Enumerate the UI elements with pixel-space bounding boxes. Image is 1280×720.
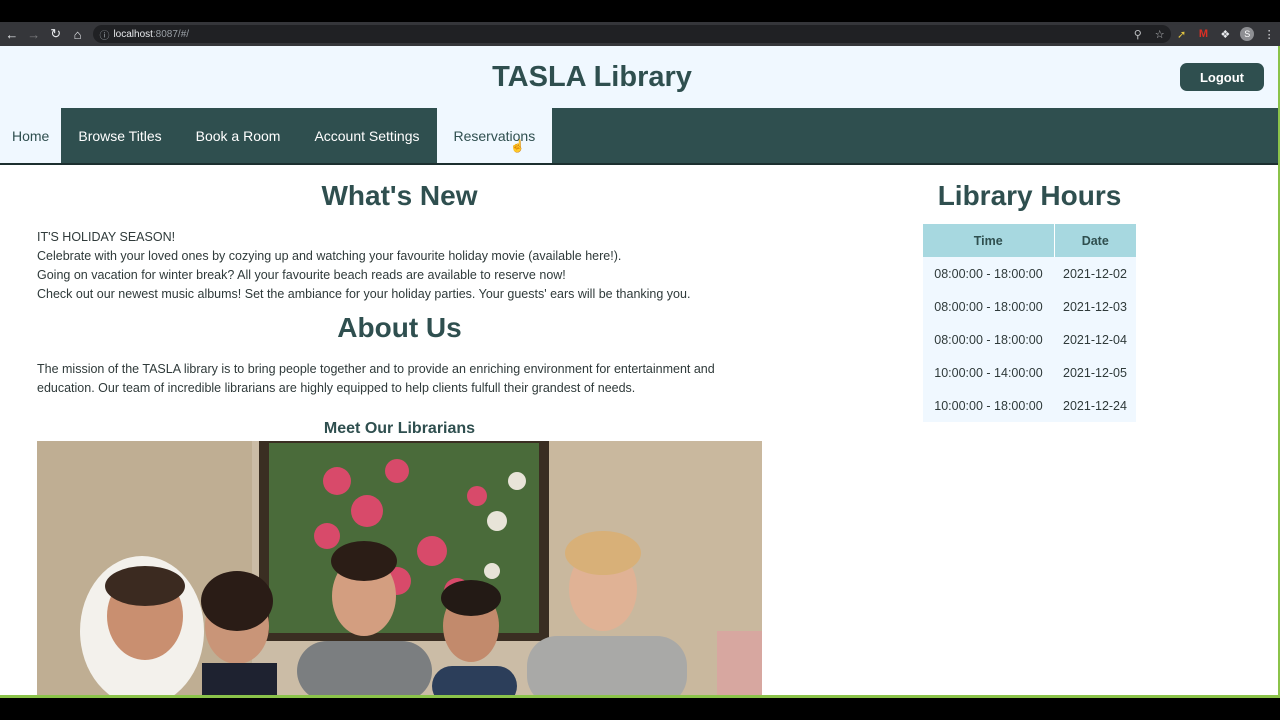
date-cell: 2021-12-04 [1054,323,1136,356]
main-content: What's New IT'S HOLIDAY SEASON! Celebrat… [37,180,762,695]
screen-top-bar [0,0,1280,22]
librarians-photo [37,441,762,695]
site-header: TASLA Library Logout [0,46,1278,108]
kebab-menu-icon[interactable]: ⋮ [1258,28,1280,41]
librarians-photo-illustration [37,441,762,695]
hand-cursor-icon: ☝ [510,139,525,153]
address-bar[interactable]: ⓘ localhost :8087/#/ ⚲ ☆ [93,25,1171,43]
back-arrow-icon[interactable]: ← [2,22,22,46]
news-line: IT'S HOLIDAY SEASON! [37,230,176,244]
whats-new-section: What's New IT'S HOLIDAY SEASON! Celebrat… [37,180,762,304]
librarians-heading: Meet Our Librarians [323,420,476,437]
extension-icon[interactable]: ➚ [1171,28,1193,41]
bookmark-star-icon[interactable]: ☆ [1149,28,1171,41]
date-cell: 2021-12-05 [1054,356,1136,389]
table-header-row: Time Date [923,224,1136,257]
library-hours-section: Library Hours Time Date 08:00:00 - 18:00… [923,180,1136,422]
time-cell: 08:00:00 - 18:00:00 [923,323,1054,356]
puzzle-extensions-icon[interactable]: ❖ [1214,28,1236,41]
zoom-icon[interactable]: ⚲ [1127,28,1149,41]
url-host: localhost [113,28,153,40]
news-line: Going on vacation for winter break? All … [37,268,566,282]
time-cell: 08:00:00 - 18:00:00 [923,290,1054,323]
time-cell: 10:00:00 - 18:00:00 [923,389,1054,422]
gmail-extension-icon[interactable]: M [1193,28,1215,40]
column-header-date: Date [1054,224,1136,257]
table-row: 08:00:00 - 18:00:00 2021-12-04 [923,323,1136,356]
about-section: About Us The mission of the TASLA librar… [37,312,762,438]
column-header-time: Time [923,224,1055,257]
tab-book-a-room[interactable]: Book a Room [179,108,298,163]
date-cell: 2021-12-03 [1054,290,1136,323]
date-cell: 2021-12-02 [1054,257,1136,290]
home-icon[interactable]: ⌂ [68,22,88,46]
forward-arrow-icon[interactable]: → [24,22,44,46]
tab-account-settings[interactable]: Account Settings [297,108,436,163]
about-text: The mission of the TASLA library is to b… [37,362,715,395]
reload-icon[interactable]: ↻ [46,22,66,46]
url-path: :8087/#/ [152,28,190,40]
site-title: TASLA Library [492,61,692,93]
whats-new-heading: What's New [321,180,478,211]
table-row: 08:00:00 - 18:00:00 2021-12-03 [923,290,1136,323]
site-info-icon[interactable]: ⓘ [99,27,113,42]
profile-avatar[interactable]: S [1240,27,1255,41]
screen-bottom-bar [0,698,1280,720]
about-heading: About Us [337,312,462,343]
time-cell: 08:00:00 - 18:00:00 [923,257,1054,290]
page-viewport: TASLA Library Logout Home Browse Titles … [0,46,1278,695]
table-row: 10:00:00 - 14:00:00 2021-12-05 [923,356,1136,389]
tab-reservations[interactable]: Reservations [436,108,553,163]
tab-browse-titles[interactable]: Browse Titles [61,108,178,163]
time-cell: 10:00:00 - 14:00:00 [923,356,1054,389]
logout-button[interactable]: Logout [1180,63,1264,91]
tab-home[interactable]: Home [0,108,62,163]
news-line: Celebrate with your loved ones by cozyin… [37,249,622,263]
news-line: Check out our newest music albums! Set t… [37,287,691,301]
main-nav: Home Browse Titles Book a Room Account S… [0,108,1278,165]
table-row: 08:00:00 - 18:00:00 2021-12-02 [923,257,1136,290]
browser-toolbar: ← → ↻ ⌂ ⓘ localhost :8087/#/ ⚲ ☆ ➚ M ❖ S… [0,22,1280,46]
hours-table: Time Date 08:00:00 - 18:00:00 2021-12-02… [923,224,1136,422]
library-hours-heading: Library Hours [937,180,1122,211]
date-cell: 2021-12-24 [1054,389,1136,422]
table-row: 10:00:00 - 18:00:00 2021-12-24 [923,389,1136,422]
